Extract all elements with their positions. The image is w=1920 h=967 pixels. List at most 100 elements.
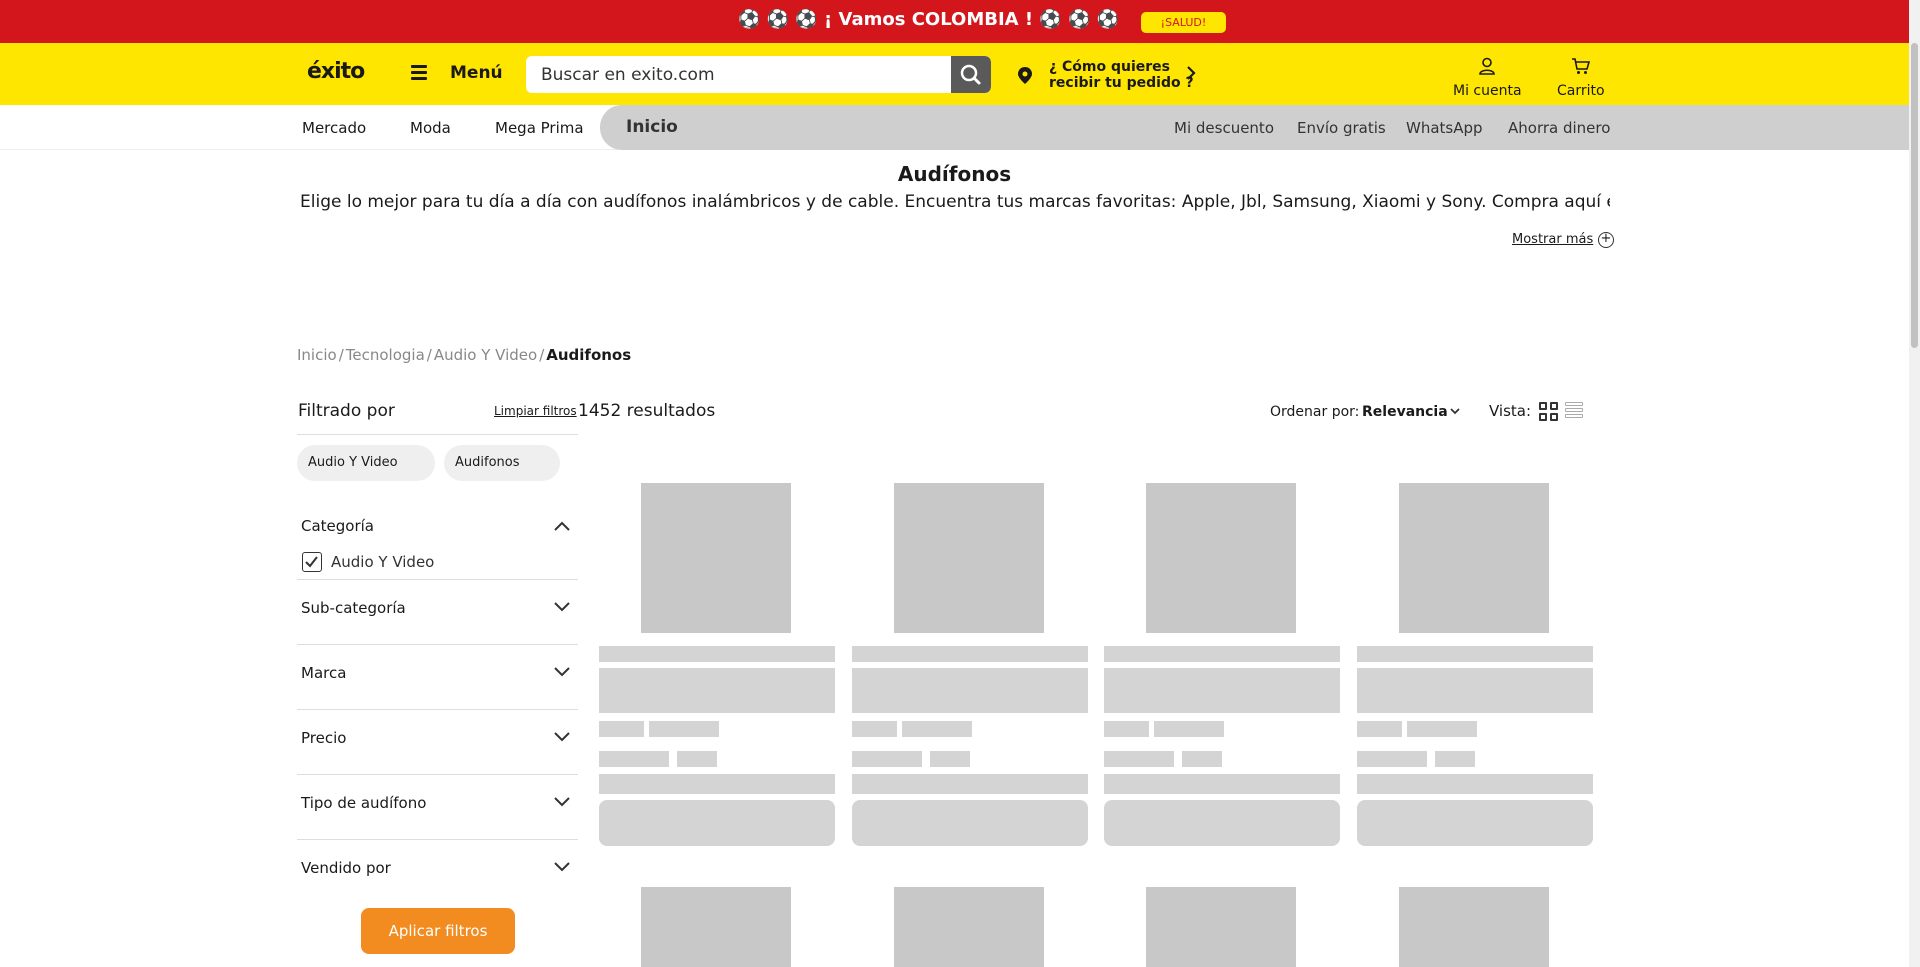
search-bar — [526, 56, 991, 93]
category-description: Elige lo mejor para tu día a día con aud… — [300, 192, 1610, 212]
product-image-placeholder — [894, 887, 1044, 967]
breadcrumb: Inicio / Tecnologia / Audio Y Video / Audifono… — [297, 346, 632, 364]
product-brand-placeholder — [599, 646, 835, 662]
search-icon — [960, 64, 981, 85]
product-image-placeholder — [1399, 483, 1549, 633]
checkbox-checked[interactable] — [302, 552, 322, 572]
product-seller-placeholder — [599, 774, 835, 794]
hamburger-menu-icon[interactable] — [411, 65, 427, 80]
nav-item-mega-prima[interactable]: Mega Prima — [495, 119, 584, 137]
results-count: 1452 resultados — [578, 401, 716, 421]
facet-label: Sub-categoría — [301, 599, 406, 617]
product-image-placeholder — [1146, 483, 1296, 633]
clear-filters-link[interactable]: Limpiar filtros — [494, 404, 577, 418]
cart-button[interactable]: Carrito — [1557, 57, 1605, 99]
product-image-placeholder — [894, 483, 1044, 633]
chevron-down-icon[interactable] — [1449, 405, 1461, 417]
product-price-placeholder — [1182, 751, 1222, 767]
chevron-down-icon — [554, 667, 570, 677]
cart-label: Carrito — [1557, 83, 1605, 99]
scrollbar-thumb[interactable] — [1911, 43, 1918, 348]
account-button[interactable]: Mi cuenta — [1453, 57, 1522, 99]
product-rating-placeholder — [852, 721, 897, 737]
promo-banner: ⚽ ⚽ ⚽ ¡ Vamos COLOMBIA ! ⚽ ⚽ ⚽ ¡SALUD! — [0, 0, 1909, 43]
chevron-up-icon — [554, 521, 570, 531]
grid-view-icon[interactable] — [1539, 402, 1559, 422]
main-header: éxito Menú ¿ Cómo quieres recibir tu ped… — [0, 43, 1909, 105]
facet-label: Vendido por — [301, 859, 391, 877]
location-line-1: ¿ Cómo quieres — [1049, 59, 1170, 75]
facet-sub-categoria[interactable]: Sub-categoría — [297, 580, 578, 644]
location-text: ¿ Cómo quieres recibir tu pedido ? — [1049, 59, 1194, 91]
breadcrumb-inicio[interactable]: Inicio — [297, 346, 337, 364]
product-price-placeholder — [852, 751, 922, 767]
product-price-placeholder — [1435, 751, 1475, 767]
chevron-down-icon — [554, 797, 570, 807]
nav-item-mi-descuento[interactable]: Mi descuento — [1174, 119, 1274, 137]
divider — [297, 434, 578, 435]
search-input[interactable] — [526, 56, 951, 93]
product-image-placeholder — [641, 483, 791, 633]
breadcrumb-audifonos: Audifonos — [546, 346, 632, 364]
location-line-2: recibir tu pedido ? — [1049, 75, 1194, 91]
exito-logo[interactable]: éxito — [307, 59, 365, 84]
user-icon — [1479, 57, 1496, 75]
filter-chip-audio-y-video[interactable]: Audio Y Video — [297, 445, 435, 481]
product-name-placeholder — [1357, 668, 1593, 713]
nav-item-mercado[interactable]: Mercado — [302, 119, 366, 137]
view-label: Vista: — [1489, 402, 1532, 420]
category-nav: Mercado Moda Mega Prima Inicio Mi descue… — [0, 105, 1909, 150]
sort-select[interactable]: Relevancia — [1362, 404, 1448, 420]
product-rating-placeholder — [1104, 721, 1149, 737]
location-pin-icon — [1018, 67, 1032, 84]
facet-tipo-de-audifono[interactable]: Tipo de audífono — [297, 775, 578, 839]
promo-text: ⚽ ⚽ ⚽ ¡ Vamos COLOMBIA ! ⚽ ⚽ ⚽ — [738, 9, 1120, 30]
product-price-placeholder — [677, 751, 717, 767]
facet-marca[interactable]: Marca — [297, 645, 578, 709]
product-image-placeholder — [641, 887, 791, 967]
facet-label: Tipo de audífono — [301, 794, 427, 812]
nav-item-ahorra-dinero[interactable]: Ahorra dinero — [1508, 119, 1610, 137]
promo-button[interactable]: ¡SALUD! — [1141, 12, 1226, 33]
facet-vendido-por[interactable]: Vendido por — [297, 840, 578, 904]
facet-label: Precio — [301, 729, 347, 747]
nav-item-inicio[interactable]: Inicio — [626, 117, 678, 137]
product-name-placeholder — [852, 668, 1088, 713]
category-title: Audífonos — [897, 162, 1012, 186]
facet-precio[interactable]: Precio — [297, 710, 578, 774]
product-brand-placeholder — [1104, 646, 1340, 662]
breadcrumb-tecnologia[interactable]: Tecnologia — [346, 346, 425, 364]
product-rating-placeholder — [649, 721, 719, 737]
search-button[interactable] — [951, 56, 991, 93]
page-scrollbar[interactable] — [1909, 0, 1920, 967]
nav-item-whatsapp[interactable]: WhatsApp — [1406, 119, 1483, 137]
apply-filters-button[interactable]: Aplicar filtros — [361, 908, 515, 954]
product-name-placeholder — [1104, 668, 1340, 713]
product-seller-placeholder — [1357, 774, 1593, 794]
product-rating-placeholder — [1154, 721, 1224, 737]
cart-icon — [1571, 58, 1590, 74]
product-price-placeholder — [1104, 751, 1174, 767]
product-image-placeholder — [1399, 887, 1549, 967]
menu-button[interactable]: Menú — [450, 63, 503, 83]
product-price-placeholder — [930, 751, 970, 767]
chevron-down-icon — [554, 732, 570, 742]
product-rating-placeholder — [1407, 721, 1477, 737]
account-label: Mi cuenta — [1453, 83, 1522, 99]
plus-circle-icon[interactable]: + — [1598, 232, 1614, 248]
chevron-right-icon — [1187, 66, 1196, 80]
product-price-placeholder — [599, 751, 669, 767]
filter-chip-audifonos[interactable]: Audifonos — [444, 445, 560, 481]
facet-label: Marca — [301, 664, 347, 682]
product-seller-placeholder — [1104, 774, 1340, 794]
list-view-icon[interactable] — [1565, 402, 1583, 422]
nav-item-envio-gratis[interactable]: Envío gratis — [1297, 119, 1386, 137]
add-to-cart-placeholder — [1104, 800, 1340, 846]
show-more-link[interactable]: Mostrar más — [1512, 232, 1593, 247]
product-image-placeholder — [1146, 887, 1296, 967]
add-to-cart-placeholder — [1357, 800, 1593, 846]
nav-item-moda[interactable]: Moda — [410, 119, 451, 137]
add-to-cart-placeholder — [599, 800, 835, 846]
product-name-placeholder — [599, 668, 835, 713]
breadcrumb-audio-y-video[interactable]: Audio Y Video — [434, 346, 537, 364]
